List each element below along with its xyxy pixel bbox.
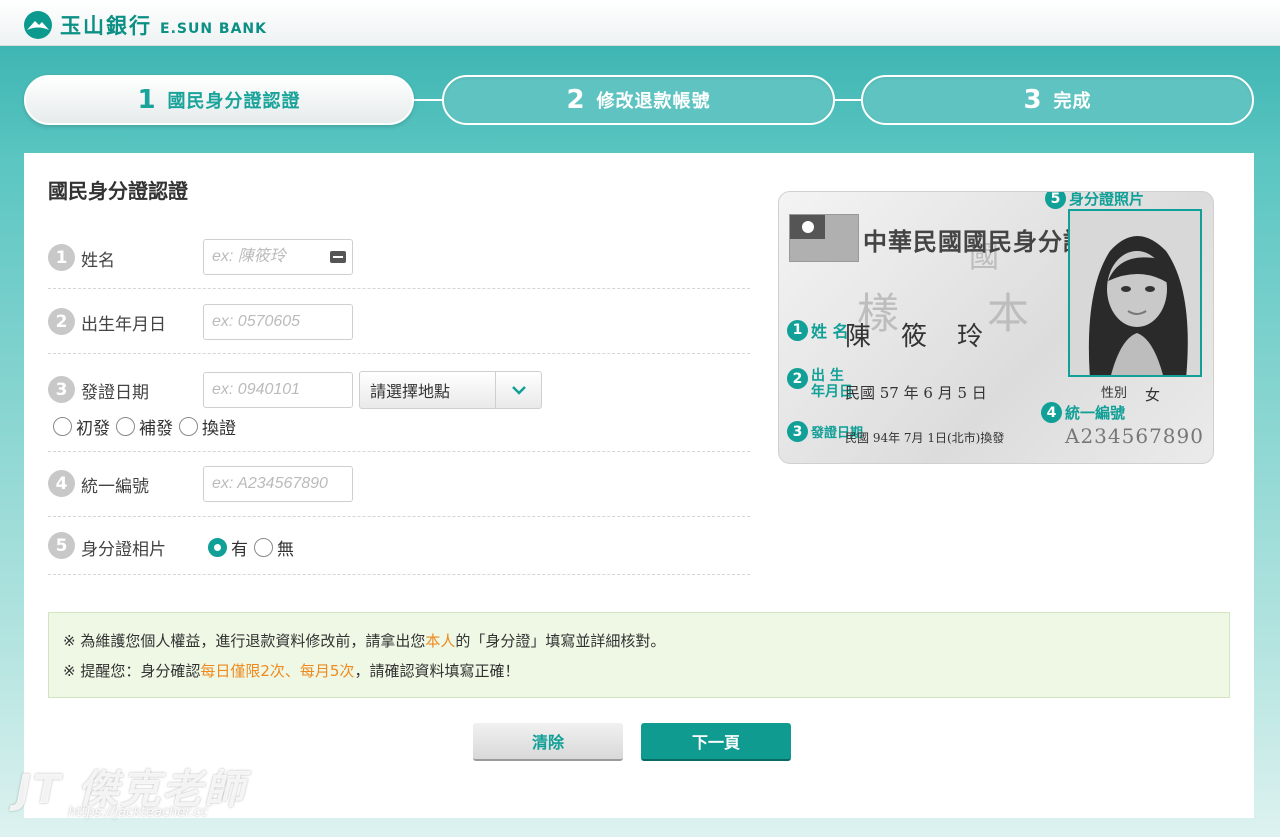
card-annotation-name: 1姓 名	[787, 318, 849, 342]
birthdate-label: 出生年月日	[81, 315, 166, 335]
id-card-sample: 國 中華民國國民身分證 樣 本 1姓 名 陳 筱 玲 2 出 生 年月日 民國 …	[778, 191, 1214, 464]
card-name-value: 陳 筱 玲	[845, 322, 986, 352]
card-photo	[1068, 209, 1202, 377]
field-row-issue-date: 3 發證日期 請選擇地點 初發 補發 換證	[48, 354, 750, 452]
notice-box: ※ 為維護您個人權益，進行退款資料修改前，請拿出您本人的「身分證」填寫並詳細核對…	[48, 612, 1230, 698]
radio-photo-yes[interactable]: 有	[208, 535, 248, 560]
radio-label: 有	[231, 540, 248, 560]
id-number-input[interactable]	[203, 466, 353, 502]
mountain-logo-icon	[24, 11, 52, 39]
brand-name-en: E.SUN BANK	[160, 21, 267, 37]
top-bar: 玉山銀行 E.SUN BANK	[0, 0, 1280, 46]
radio-button[interactable]	[116, 417, 135, 436]
field-number-badge: 4	[48, 470, 75, 497]
portrait-image	[1070, 211, 1200, 375]
clear-button[interactable]: 清除	[473, 723, 623, 761]
issue-date-input[interactable]	[203, 372, 353, 408]
card-sample-mark: 本	[987, 289, 1030, 338]
keyboard-icon[interactable]	[330, 251, 346, 263]
brand-logo[interactable]: 玉山銀行 E.SUN BANK	[24, 10, 267, 40]
step-number: 3	[1023, 85, 1042, 115]
step-label: 修改退款帳號	[596, 91, 711, 112]
issue-type-radio-group: 初發 補發 換證	[53, 414, 242, 439]
card-birth-value: 民國 57 年 6 月 5 日	[845, 384, 987, 402]
radio-button[interactable]	[53, 417, 72, 436]
card-gender-value: 女	[1145, 386, 1161, 404]
radio-button[interactable]	[254, 538, 273, 557]
field-number-badge: 1	[48, 244, 75, 271]
chevron-down-icon[interactable]	[495, 372, 541, 408]
radio-button-checked[interactable]	[208, 538, 227, 557]
form-panel: 國民身分證認證 1 姓名 2 出生年月日 3 發證日期 請選擇地點 初發	[24, 153, 1254, 818]
radio-label: 無	[277, 540, 294, 560]
radio-label: 初發	[76, 419, 110, 439]
step-label: 完成	[1053, 91, 1092, 112]
issue-date-label: 發證日期	[81, 383, 149, 403]
field-number-badge: 3	[48, 376, 75, 403]
flag-icon	[789, 214, 859, 262]
card-id-value: A234567890	[1065, 424, 1204, 448]
card-title: 中華民國國民身分證	[863, 227, 1088, 256]
card-gender-label: 性別	[1101, 386, 1128, 401]
field-number-badge: 5	[48, 532, 75, 559]
notice-line-2: ※ 提醒您：身分確認每日僅限2次、每月5次，請確認資料填寫正確！	[63, 662, 520, 680]
radio-replacement[interactable]: 換證	[179, 414, 236, 439]
card-issue-value: 民國 94年 7月 1日(北市)換發	[845, 431, 1005, 445]
radio-photo-no[interactable]: 無	[254, 535, 294, 560]
field-row-birthdate: 2 出生年月日	[48, 289, 750, 354]
form-title: 國民身分證認證	[48, 179, 188, 203]
radio-first-issue[interactable]: 初發	[53, 414, 110, 439]
brand-name-cn: 玉山銀行	[60, 14, 152, 38]
step-connector	[834, 99, 864, 101]
field-row-id-number: 4 統一編號	[48, 452, 750, 517]
photo-radio-group: 有 無	[208, 535, 300, 560]
step-3: 3 完成	[861, 75, 1254, 125]
id-number-label: 統一編號	[81, 477, 149, 497]
field-row-photo: 5 身分證相片 有 無	[48, 517, 750, 575]
issue-location-select[interactable]: 請選擇地點	[359, 371, 542, 409]
card-annotation-photo: 5 身分證照片	[1045, 192, 1144, 209]
step-connector	[414, 99, 444, 101]
card-annotation-id: 4 統一編號	[1041, 402, 1125, 423]
radio-reissue[interactable]: 補發	[116, 414, 173, 439]
step-number: 2	[566, 85, 585, 115]
next-page-button[interactable]: 下一頁	[641, 723, 791, 761]
step-label: 國民身分證認證	[167, 91, 301, 112]
step-progress: 1 國民身分證認證 2 修改退款帳號 3 完成	[24, 75, 1254, 125]
step-1: 1 國民身分證認證	[24, 75, 414, 125]
notice-line-1: ※ 為維護您個人權益，進行退款資料修改前，請拿出您本人的「身分證」填寫並詳細核對…	[63, 632, 666, 650]
issue-location-value: 請選擇地點	[370, 382, 451, 401]
birthdate-input[interactable]	[203, 304, 353, 340]
card-annotation-birth: 2 出 生 年月日	[787, 368, 853, 400]
step-number: 1	[137, 85, 156, 115]
radio-button[interactable]	[179, 417, 198, 436]
name-label: 姓名	[81, 251, 115, 271]
field-row-name: 1 姓名	[48, 229, 750, 289]
watermark: JT 傑克老師 https://jackteacher.cc	[16, 757, 246, 820]
radio-label: 補發	[139, 419, 173, 439]
field-number-badge: 2	[48, 308, 75, 335]
step-2: 2 修改退款帳號	[442, 75, 835, 125]
watermark-url: https://jackteacher.cc	[68, 805, 208, 820]
photo-label: 身分證相片	[81, 540, 166, 560]
radio-label: 換證	[202, 419, 236, 439]
